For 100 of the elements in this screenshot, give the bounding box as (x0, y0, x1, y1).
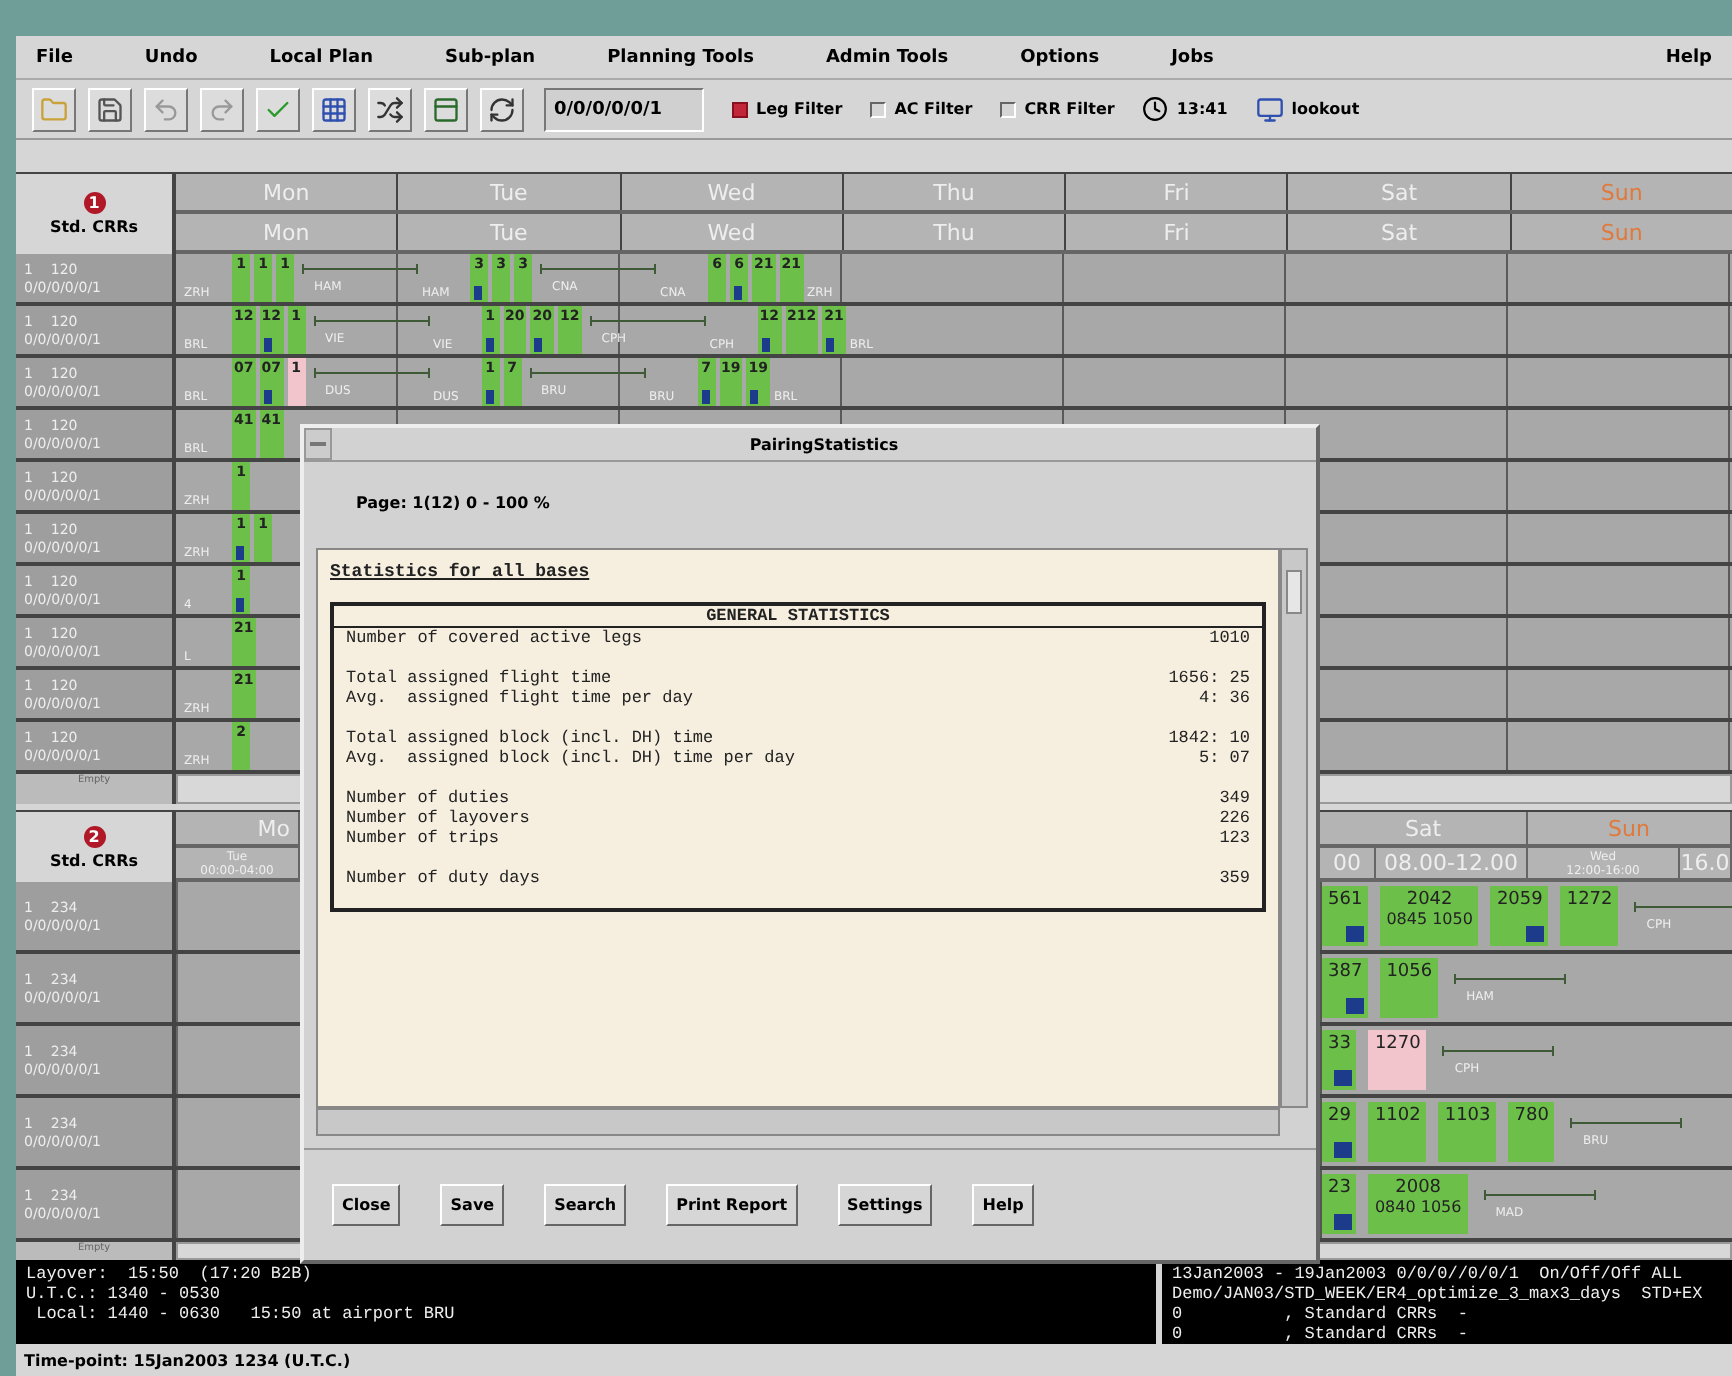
menu-item[interactable]: Help (1665, 47, 1712, 67)
window-menu-button[interactable] (304, 428, 332, 460)
dialog-button[interactable]: Close (332, 1184, 401, 1226)
flight-leg[interactable]: 2059 (1490, 886, 1549, 946)
info-line: 0 , Standard CRRs - (1172, 1304, 1470, 1324)
flight-leg[interactable]: 561 (1322, 886, 1369, 946)
day-header: Sun (1511, 174, 1732, 210)
dialog-button[interactable]: Settings (837, 1184, 933, 1226)
flight-leg[interactable]: 1056 (1380, 958, 1439, 1018)
flight-leg[interactable]: 29 (1322, 1102, 1357, 1162)
stat-value: 1842: 10 (1168, 728, 1250, 748)
timeline-cell (176, 1026, 300, 1094)
flight-leg[interactable]: 387 (1322, 958, 1369, 1018)
clock-icon (1142, 96, 1169, 122)
flight-leg[interactable]: 1272 (1560, 886, 1619, 946)
date-field[interactable]: 0/0/0/0/0/1 (544, 87, 704, 131)
vertical-scrollbar[interactable] (1280, 548, 1308, 1108)
day-header: Sun (1528, 812, 1732, 844)
time-slot-header: 08.00-12.00 (1376, 848, 1528, 878)
day-header: Sat (1288, 214, 1510, 250)
time-slot-header: 00 (1320, 848, 1376, 878)
stat-label: Number of duty days (346, 868, 540, 888)
shuffle-icon[interactable] (368, 87, 412, 131)
dialog-title: PairingStatistics (747, 435, 901, 453)
stat-label: Number of trips (346, 828, 500, 848)
day-header: Wed (621, 174, 842, 210)
stat-value: 4: 36 (1198, 688, 1250, 708)
panel-number: 1 (83, 192, 105, 214)
time-slot-header: 16.0 (1680, 848, 1732, 878)
day-header: Sat (1288, 174, 1510, 210)
dialog-button[interactable]: Save (440, 1184, 505, 1226)
menu-item[interactable]: Local Plan (269, 47, 373, 67)
flight-leg[interactable]: 780 (1508, 1102, 1555, 1162)
filter-checkbox[interactable] (870, 101, 887, 117)
dialog-button[interactable]: Print Report (666, 1184, 798, 1226)
stat-label: Avg. assigned block (incl. DH) time per day (346, 748, 795, 768)
day-header: Tue (398, 214, 620, 250)
info-line: 0 , Standard CRRs - (1172, 1324, 1470, 1344)
filter-label: CRR Filter (1024, 100, 1115, 118)
day-header: Thu (843, 214, 1065, 250)
info-line: Local: 1440 - 0630 15:50 at airport BRU (34, 1304, 457, 1324)
panel-number: 2 (83, 825, 105, 847)
menu-item[interactable]: Jobs (1171, 47, 1214, 67)
grid-icon[interactable] (312, 87, 356, 131)
flight-leg[interactable]: 2008 0840 1056 (1368, 1174, 1468, 1234)
stat-value: 226 (1219, 808, 1250, 828)
dialog-button[interactable]: Help (972, 1184, 1034, 1226)
flight-leg[interactable]: 33 (1322, 1030, 1357, 1090)
day-header: Sat (1320, 812, 1528, 844)
stat-label: Avg. assigned flight time per day (346, 688, 693, 708)
undo-icon[interactable] (144, 87, 188, 131)
stat-label: Total assigned flight time (346, 668, 612, 688)
folder-icon[interactable] (32, 87, 76, 131)
timeline-cell (176, 1170, 300, 1238)
menu-item[interactable]: Admin Tools (825, 47, 949, 67)
info-line: U.T.C.: 1340 - 0530 (26, 1284, 222, 1304)
stat-value: 1010 (1209, 628, 1250, 648)
panel-title: Std. CRRs (49, 218, 139, 236)
stat-value: 349 (1219, 788, 1250, 808)
filter-checkbox[interactable] (732, 101, 748, 117)
timeline-cell (176, 882, 300, 950)
flight-leg[interactable]: 1103 (1438, 1102, 1497, 1162)
horizontal-scrollbar[interactable] (316, 1108, 1280, 1136)
day-header: Mon (176, 214, 397, 250)
window-icon[interactable] (424, 87, 468, 131)
flight-leg[interactable]: 1102 (1368, 1102, 1427, 1162)
day-header: Tue (398, 174, 620, 210)
save-icon[interactable] (88, 87, 132, 131)
redo-icon[interactable] (200, 87, 244, 131)
menu-item[interactable]: File (36, 47, 73, 67)
page-label: Page: 1(12) 0 - 100 % (356, 494, 552, 512)
timeline-cell (176, 954, 300, 1022)
info-line: Demo/JAN03/STD_WEEK/ER4_optimize_3_max3_days STD+EX (1172, 1284, 1705, 1304)
day-header: Wed (621, 214, 842, 250)
host-label: lookout (1291, 100, 1360, 118)
check-icon[interactable] (256, 87, 300, 131)
filter-checkbox[interactable] (1000, 101, 1017, 117)
dialog-button[interactable]: Search (544, 1184, 627, 1226)
stat-label: Number of covered active legs (346, 628, 642, 648)
stat-label: Total assigned block (incl. DH) time (346, 728, 714, 748)
menu-item[interactable]: Undo (144, 47, 198, 67)
day-header: Mon (176, 174, 397, 210)
menu-item[interactable]: Options (1020, 47, 1100, 67)
table-title: GENERAL STATISTICS (334, 606, 1262, 628)
stat-value: 5: 07 (1198, 748, 1250, 768)
menu-item[interactable]: Sub-plan (444, 47, 536, 67)
refresh-icon[interactable] (480, 87, 524, 131)
info-line: Layover: 15:50 (17:20 B2B) (26, 1264, 314, 1284)
menu-item[interactable]: Planning Tools (607, 47, 754, 67)
minimize-icon (310, 442, 326, 446)
panel-title: Std. CRRs (49, 851, 139, 869)
flight-leg[interactable]: 23 (1322, 1174, 1357, 1234)
day-header: Fri (1066, 174, 1287, 210)
flight-leg[interactable]: 2042 0845 1050 (1380, 886, 1479, 946)
filter-label: Leg Filter (756, 100, 843, 118)
stat-value: 1656: 25 (1168, 668, 1250, 688)
flight-leg[interactable]: 1270 (1368, 1030, 1427, 1090)
stat-label: Number of duties (346, 788, 510, 808)
report-heading: Statistics for all bases (330, 562, 592, 582)
day-header: Sun (1511, 214, 1732, 250)
